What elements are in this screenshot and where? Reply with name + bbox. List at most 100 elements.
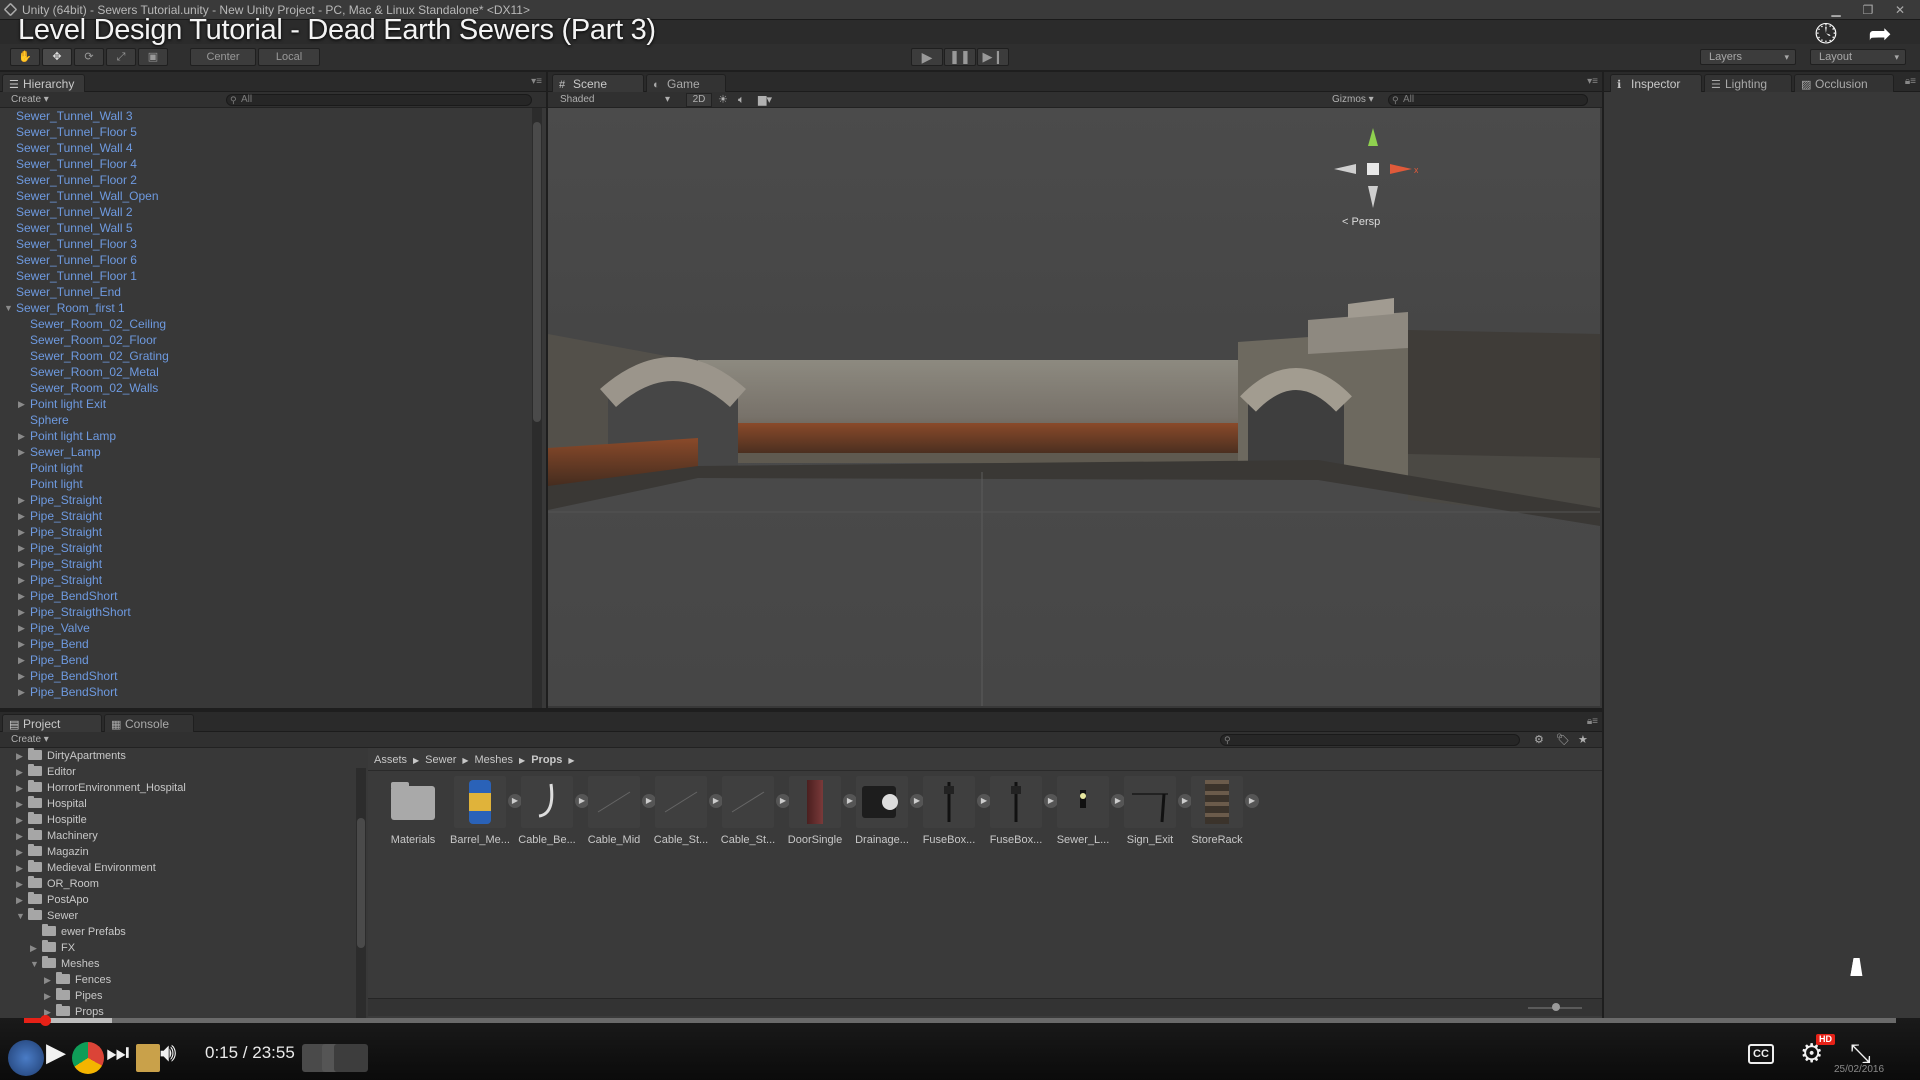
watch-later-icon[interactable]: 🕓︎ — [1810, 18, 1842, 50]
hierarchy-create-button[interactable]: Create ▾ — [11, 92, 49, 108]
asset-item[interactable]: ▶ Sign_Exit — [1118, 776, 1192, 846]
progress-scrubber[interactable] — [40, 1015, 51, 1026]
layers-dropdown[interactable]: Layers — [1700, 49, 1796, 65]
hierarchy-item[interactable]: Sewer_Tunnel_Floor 3 — [16, 236, 137, 252]
asset-item[interactable]: ▶ StoreRack — [1185, 776, 1259, 846]
chrome-taskbar-icon[interactable] — [72, 1042, 104, 1074]
hierarchy-item[interactable]: Sewer_Tunnel_End — [16, 284, 121, 300]
hierarchy-item[interactable]: ▶ Pipe_Bend — [18, 652, 89, 668]
scrollbar-thumb[interactable] — [533, 122, 541, 422]
gizmos-dropdown[interactable]: Gizmos ▾ — [1332, 92, 1374, 108]
orientation-gizmo[interactable]: x — [1328, 124, 1419, 214]
asset-item[interactable]: ▶ Cable_St... — [716, 776, 790, 846]
effects-toggle-icon[interactable]: ▆▾ — [758, 92, 772, 108]
collapsed-arrow-icon[interactable]: ▶ — [18, 492, 25, 508]
tab-lighting[interactable]: ☰ Lighting — [1704, 74, 1792, 92]
step-button[interactable]: ▶❙ — [977, 48, 1009, 66]
pivot-center-button[interactable]: Center — [190, 48, 256, 66]
tab-project[interactable]: ▤ Project — [2, 714, 102, 732]
project-folder-item[interactable]: ▶ PostApo — [16, 892, 89, 908]
pause-button[interactable]: ❚❚ — [944, 48, 976, 66]
collapsed-arrow-icon[interactable]: ▶ — [16, 828, 23, 844]
collapsed-arrow-icon[interactable]: ▶ — [44, 972, 51, 988]
collapsed-arrow-icon[interactable]: ▶ — [16, 812, 23, 828]
collapsed-arrow-icon[interactable]: ▶ — [16, 892, 23, 908]
asset-item[interactable]: ▶ DoorSingle — [783, 776, 857, 846]
collapsed-arrow-icon[interactable]: ▶ — [18, 684, 25, 700]
hierarchy-search-input[interactable]: All — [226, 94, 532, 106]
filter-label-icon[interactable]: 🏷︎ — [1556, 732, 1570, 748]
collapsed-arrow-icon[interactable]: ▶ — [18, 540, 25, 556]
collapsed-arrow-icon[interactable]: ▶ — [18, 572, 25, 588]
hierarchy-item[interactable]: Sewer_Tunnel_Floor 4 — [16, 156, 137, 172]
hierarchy-item[interactable]: Sewer_Tunnel_Wall 4 — [16, 140, 133, 156]
captions-button[interactable]: CC — [1748, 1044, 1774, 1064]
lock-icon[interactable]: 🔒︎≡ — [1905, 76, 1916, 87]
project-search-input[interactable] — [1220, 734, 1520, 746]
asset-item[interactable]: ▶ FuseBox... — [984, 776, 1058, 846]
collapsed-arrow-icon[interactable]: ▶ — [18, 604, 25, 620]
expanded-arrow-icon[interactable]: ▼ — [16, 908, 25, 924]
next-button[interactable]: ⏭︎ — [106, 1037, 129, 1067]
asset-item[interactable]: ▶ Cable_Be... — [515, 776, 589, 846]
hierarchy-item[interactable]: ▶ Pipe_Straight — [18, 508, 102, 524]
project-folder-item[interactable]: ▶ Pipes — [44, 988, 103, 1004]
collapsed-arrow-icon[interactable]: ▶ — [18, 396, 25, 412]
scene-viewport[interactable]: x < Persp — [548, 108, 1600, 706]
hierarchy-item[interactable]: ▶ Pipe_Bend — [18, 636, 89, 652]
hierarchy-item[interactable]: Sewer_Tunnel_Wall 2 — [16, 204, 133, 220]
collapsed-arrow-icon[interactable]: ▶ — [16, 764, 23, 780]
hierarchy-item[interactable]: ▼ Sewer_Room_first 1 — [4, 300, 125, 316]
expanded-arrow-icon[interactable]: ▼ — [30, 956, 39, 972]
hierarchy-item[interactable]: Point light — [30, 476, 83, 492]
play-pause-button[interactable]: ▶ — [46, 1037, 66, 1067]
play-button[interactable]: ▶ — [911, 48, 943, 66]
hierarchy-item[interactable]: Sewer_Room_02_Grating — [30, 348, 169, 364]
filter-type-icon[interactable]: ⚙ — [1534, 732, 1544, 748]
panel-menu-icon[interactable]: ▾≡ — [531, 76, 542, 87]
hierarchy-item[interactable]: Sewer_Tunnel_Floor 2 — [16, 172, 137, 188]
project-folder-item[interactable]: ▶ Fences — [44, 972, 111, 988]
scrollbar-thumb[interactable] — [357, 818, 365, 948]
project-folder-item[interactable]: ▶ HorrorEnvironment_Hospital — [16, 780, 186, 796]
collapsed-arrow-icon[interactable]: ▶ — [16, 844, 23, 860]
collapsed-arrow-icon[interactable]: ▶ — [16, 876, 23, 892]
explorer-taskbar-icon[interactable] — [136, 1044, 160, 1072]
tab-hierarchy[interactable]: ☰ Hierarchy — [2, 74, 86, 92]
hierarchy-item[interactable]: ▶ Pipe_Straight — [18, 556, 102, 572]
hierarchy-item[interactable]: ▶ Pipe_Straight — [18, 572, 102, 588]
hierarchy-item[interactable]: Sewer_Tunnel_Wall 5 — [16, 220, 133, 236]
tab-occlusion[interactable]: ▨ Occlusion — [1794, 74, 1894, 92]
hierarchy-item[interactable]: Point light — [30, 460, 83, 476]
hierarchy-item[interactable]: ▶ Point light Lamp — [18, 428, 116, 444]
2d-toggle[interactable]: 2D — [686, 93, 712, 107]
lock-icon[interactable]: 🔒︎≡ — [1587, 716, 1598, 727]
expanded-arrow-icon[interactable]: ▼ — [4, 300, 13, 316]
hierarchy-item[interactable]: Sewer_Tunnel_Floor 5 — [16, 124, 137, 140]
collapsed-arrow-icon[interactable]: ▶ — [16, 860, 23, 876]
hierarchy-item[interactable]: Sewer_Tunnel_Floor 1 — [16, 268, 137, 284]
project-folder-item[interactable]: ▶ OR_Room — [16, 876, 99, 892]
scale-tool-button[interactable]: ⤢ — [106, 48, 136, 66]
collapsed-arrow-icon[interactable]: ▶ — [18, 588, 25, 604]
progress-track[interactable] — [24, 1018, 1896, 1023]
collapsed-arrow-icon[interactable]: ▶ — [18, 668, 25, 684]
audio-toggle-icon[interactable]: 🔈︎ — [738, 92, 745, 108]
collapsed-arrow-icon[interactable]: ▶ — [16, 796, 23, 812]
project-folder-item[interactable]: ▼ Sewer — [16, 908, 78, 924]
hierarchy-item[interactable]: ▶ Pipe_Valve — [18, 620, 90, 636]
hierarchy-item[interactable]: Sewer_Tunnel_Wall 3 — [16, 108, 133, 124]
asset-item[interactable]: ▶ Cable_Mid — [582, 776, 656, 846]
tab-inspector[interactable]: ℹ Inspector — [1610, 74, 1702, 92]
collapsed-arrow-icon[interactable]: ▶ — [18, 652, 25, 668]
layout-dropdown[interactable]: Layout — [1810, 49, 1906, 65]
hierarchy-item[interactable]: ▶ Pipe_BendShort — [18, 588, 117, 604]
project-folder-item[interactable]: ▶ Medieval Environment — [16, 860, 156, 876]
project-folder-item[interactable]: ▶ Props — [44, 1004, 104, 1018]
hierarchy-item[interactable]: Sewer_Room_02_Ceiling — [30, 316, 166, 332]
collapsed-arrow-icon[interactable]: ▶ — [18, 620, 25, 636]
collapsed-arrow-icon[interactable]: ▶ — [18, 428, 25, 444]
asset-item[interactable]: ▶ FuseBox... — [917, 776, 991, 846]
hierarchy-item[interactable]: ▶ Sewer_Lamp — [18, 444, 101, 460]
rect-tool-button[interactable]: ▣ — [138, 48, 168, 66]
